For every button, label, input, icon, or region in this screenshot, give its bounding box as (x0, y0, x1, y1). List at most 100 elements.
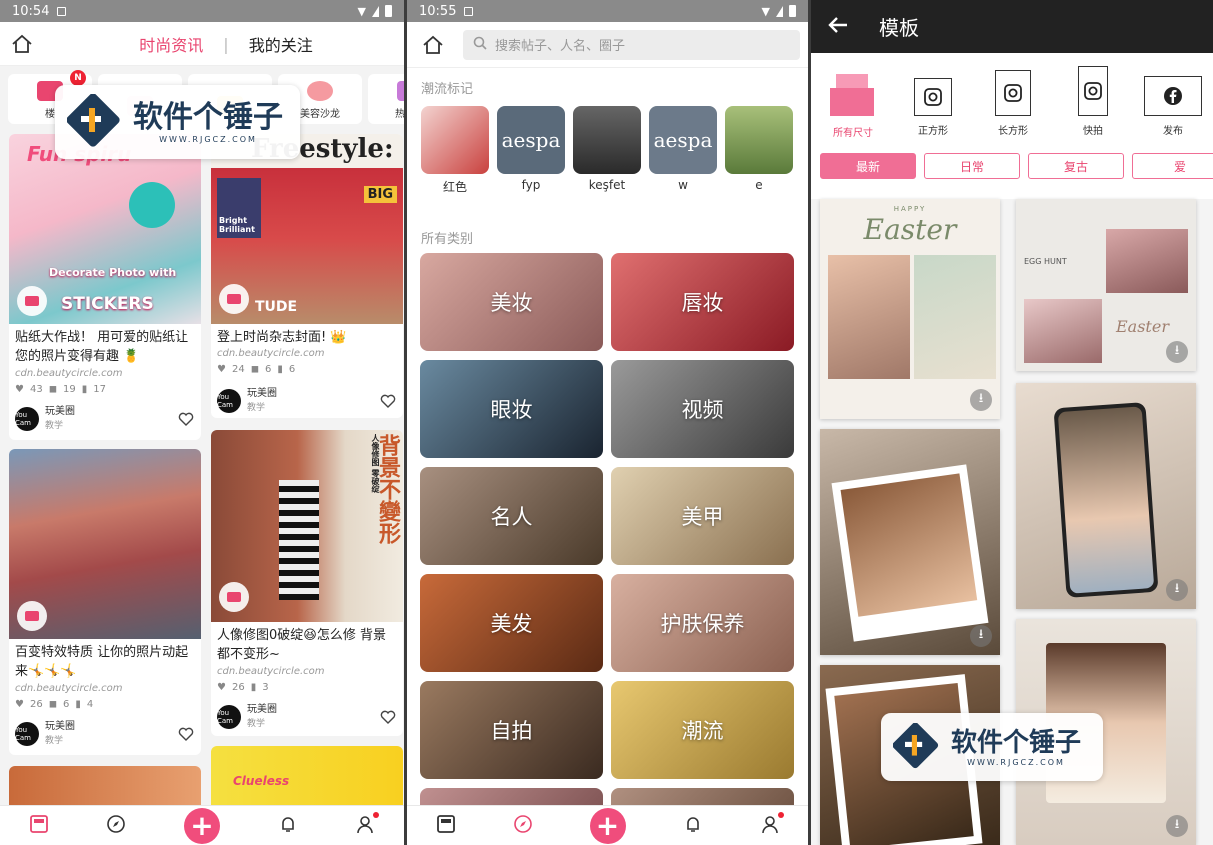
post-card[interactable]: Freestyle: Bright Brilliant BIG TUDE 登上时… (211, 134, 403, 418)
template-text: Easter (863, 213, 957, 246)
download-icon[interactable]: ⭳ (1166, 341, 1188, 363)
trending-tag[interactable]: keşfet (573, 106, 641, 195)
create-button[interactable]: + (183, 807, 220, 844)
save-count: 4 (86, 699, 94, 710)
shortcut-label: 楼 (45, 109, 55, 120)
avatar[interactable]: You Cam (15, 406, 39, 431)
download-icon[interactable]: ⭳ (1166, 579, 1188, 601)
template-photo (1024, 299, 1102, 363)
section-label-trending: 潮流标记 (421, 82, 474, 97)
category-makeup[interactable]: 美妆 (420, 253, 603, 351)
heart-icon[interactable] (177, 410, 195, 428)
category-trend[interactable]: 潮流 (611, 681, 794, 779)
overlay-text: Bright Brilliant (219, 216, 255, 234)
heart-icon[interactable] (379, 392, 397, 410)
watermark-logo: 软件个锤子 WWW.RJGCZ.COM (881, 713, 1103, 781)
bookmark-icon: ▮ (277, 364, 283, 375)
template-card[interactable]: ⭳ (1016, 383, 1196, 609)
category-celebrity[interactable]: 名人 (420, 467, 603, 565)
profile-icon[interactable] (355, 811, 380, 838)
status-bar: 10:54 ▼ (0, 0, 404, 22)
category-selfie[interactable]: 自拍 (420, 681, 603, 779)
size-all[interactable]: 所有尺寸 (821, 64, 885, 139)
tab-fashion-news[interactable]: 时尚资讯 (139, 32, 203, 56)
trend-label: 红色 (442, 180, 467, 194)
avatar[interactable]: You Cam (217, 388, 241, 413)
post-card[interactable]: Clueless (211, 746, 403, 806)
notification-dot (373, 811, 380, 818)
comment-icon: ◼ (48, 384, 58, 395)
create-button[interactable]: + (589, 807, 626, 844)
heart-icon[interactable] (177, 725, 195, 743)
post-card[interactable]: 百变特效特质 让你的照片动起来🤸🤸🤸 cdn.beautycircle.com … (9, 449, 201, 755)
home-icon[interactable] (411, 23, 455, 67)
bottom-nav: + (407, 805, 808, 845)
camera-icon (17, 286, 47, 316)
post-card[interactable]: 人像修图 零破绽 背景不變形 人像修图0破绽😆怎么修 背景都不变形~ cdn.b… (211, 430, 403, 736)
size-square[interactable]: 正方形 (901, 64, 965, 139)
category-eyes[interactable]: 眼妆 (420, 360, 603, 458)
avatar[interactable]: You Cam (15, 721, 39, 746)
template-photo-frame (831, 464, 989, 642)
shortcut-item[interactable]: 热门玩 (368, 74, 404, 124)
size-story[interactable]: 快拍 (1061, 64, 1125, 139)
feed-nav-icon[interactable] (436, 814, 456, 838)
save-count: 17 (93, 384, 106, 395)
salon-icon (307, 81, 333, 101)
author-tag: 教学 (247, 403, 266, 413)
template-text: HAPPY (893, 205, 927, 213)
category-video[interactable]: 视频 (611, 360, 794, 458)
post-card[interactable] (9, 766, 201, 806)
post-card[interactable]: Fun spiru Decorate Photo with STICKERS 贴… (9, 134, 201, 440)
watermark-icon (892, 722, 941, 771)
trending-tag[interactable]: 红色 (421, 106, 489, 195)
heart-icon[interactable] (379, 708, 397, 726)
post-author: You Cam 玩美圈 教学 (15, 406, 195, 431)
search-input[interactable]: 搜索帖子、人名、圈子 (463, 29, 800, 60)
back-arrow-icon[interactable] (827, 15, 849, 39)
trending-tag[interactable]: aespa w (649, 106, 717, 195)
template-photo (828, 255, 910, 379)
post-image: 人像修图 零破绽 背景不變形 (211, 430, 403, 622)
category-nails[interactable]: 美甲 (611, 467, 794, 565)
feed-nav-icon[interactable] (29, 814, 49, 838)
feed-screen: 10:54 ▼ 时尚资讯 | 我的关注 楼 N 美容沙龙 热门玩 Fun spir… (0, 0, 404, 845)
profile-icon[interactable] (760, 811, 784, 838)
template-card[interactable]: EGG HUNT Easter ⭳ (1016, 199, 1196, 371)
watermark-brand: 软件个锤子 (951, 727, 1082, 758)
category-lips[interactable]: 唇妆 (611, 253, 794, 351)
bell-icon[interactable] (683, 814, 703, 838)
size-rectangle[interactable]: 长方形 (981, 64, 1045, 139)
signal-icon (776, 5, 783, 17)
size-label: 发布 (1163, 126, 1183, 137)
trend-label: keşfet (588, 178, 626, 192)
category-hair[interactable]: 美发 (420, 574, 603, 672)
download-icon[interactable]: ⭳ (1166, 815, 1188, 837)
search-placeholder: 搜索帖子、人名、圈子 (495, 39, 626, 54)
tab-following[interactable]: 我的关注 (249, 32, 313, 56)
download-icon[interactable]: ⭳ (970, 625, 992, 647)
filter-daily[interactable]: 日常 (924, 153, 1020, 179)
compass-icon[interactable] (106, 814, 126, 838)
status-time: 10:55 (419, 3, 457, 19)
filter-retro[interactable]: 复古 (1028, 153, 1124, 179)
bell-icon[interactable] (278, 814, 298, 838)
post-stats: ♥ 43 ◼ 19 ▮ 17 (15, 384, 106, 395)
template-card[interactable]: HAPPY Easter ⭳ (820, 199, 1000, 419)
category-skincare[interactable]: 护肤保养 (611, 574, 794, 672)
compass-icon[interactable] (513, 814, 533, 838)
download-icon[interactable]: ⭳ (970, 389, 992, 411)
template-size-row: 所有尺寸 正方形 长方形 快拍 发布 (821, 64, 1213, 139)
filter-love[interactable]: 爱 (1132, 153, 1213, 179)
size-post[interactable]: 发布 (1141, 64, 1205, 139)
instagram-icon (914, 78, 952, 116)
trending-tag[interactable]: e (725, 106, 793, 195)
watermark-icon (66, 93, 123, 150)
like-icon: ♥ (217, 364, 226, 375)
avatar[interactable]: You Cam (217, 704, 241, 729)
notification-icon (464, 6, 474, 16)
template-card[interactable]: ⭳ (820, 429, 1000, 655)
filter-latest[interactable]: 最新 (820, 153, 916, 179)
trending-tag[interactable]: aespa fyp (497, 106, 565, 195)
trend-label: fyp (521, 178, 541, 192)
